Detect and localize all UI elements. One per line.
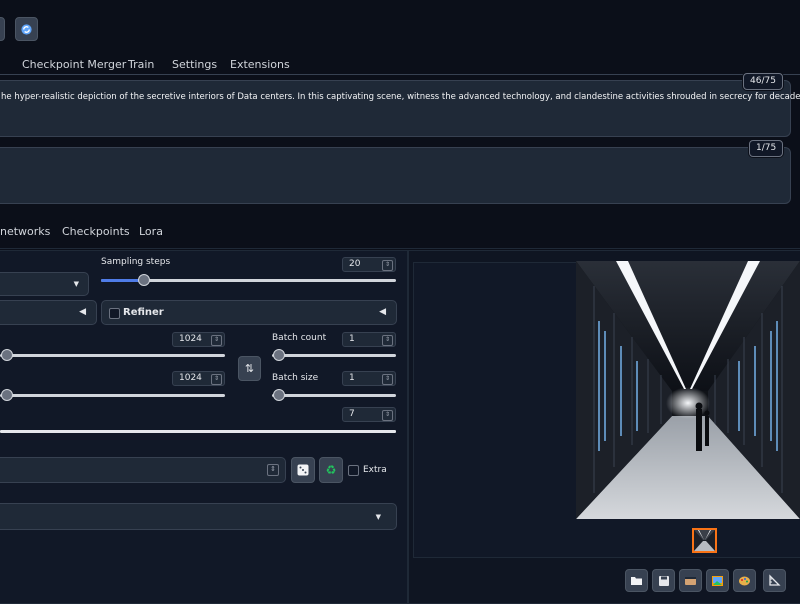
save-icon	[658, 575, 669, 586]
tab-networks[interactable]: networks	[0, 225, 50, 238]
spinner-icon[interactable]: ⇕	[382, 410, 393, 421]
ruler-icon	[769, 574, 781, 586]
width-handle[interactable]	[1, 349, 13, 361]
script-dropdown[interactable]: ▼	[0, 503, 397, 530]
send-to-extras-button[interactable]	[763, 569, 786, 592]
dice-icon	[297, 464, 309, 476]
negative-prompt-token-counter: 1/75	[749, 140, 784, 157]
sampling-steps-handle[interactable]	[138, 274, 150, 286]
spinner-icon[interactable]: ⇕	[267, 464, 279, 476]
tab-settings[interactable]: Settings	[172, 58, 217, 71]
height-slider[interactable]	[0, 394, 225, 397]
height-input[interactable]: 1024 ⇕	[172, 371, 225, 386]
tab-divider	[0, 248, 800, 249]
generated-image[interactable]	[576, 261, 800, 519]
save-button[interactable]	[652, 569, 675, 592]
spinner-icon[interactable]: ⇕	[211, 335, 222, 346]
folder-icon	[631, 577, 642, 585]
sampling-steps-label: Sampling steps	[101, 257, 171, 267]
send-to-img2img-button[interactable]	[706, 569, 729, 592]
random-seed-button[interactable]	[291, 457, 315, 483]
batch-count-label: Batch count	[272, 333, 327, 343]
tab-checkpoint-merger[interactable]: Checkpoint Merger	[22, 58, 126, 71]
batch-count-input[interactable]: 1 ⇕	[342, 332, 396, 347]
chevron-down-icon: ▼	[375, 513, 381, 521]
image-icon	[712, 575, 723, 586]
gallery-thumbnail[interactable]	[692, 528, 717, 553]
refresh-icon	[21, 23, 32, 35]
extra-checkbox[interactable]	[348, 465, 359, 476]
batch-count-slider[interactable]	[272, 354, 396, 357]
tab-extensions[interactable]: Extensions	[230, 58, 290, 71]
refiner-checkbox[interactable]	[109, 308, 120, 319]
batch-size-handle[interactable]	[273, 389, 285, 401]
swap-dimensions-button[interactable]: ⇅	[238, 356, 261, 381]
collapse-left-icon: ◀	[379, 307, 386, 317]
prompt-input[interactable]: he hyper-realistic depiction of the secr…	[0, 80, 800, 137]
hires-fix-accordion[interactable]: ◀	[0, 300, 97, 325]
zip-icon	[685, 577, 696, 585]
refiner-accordion[interactable]: Refiner ◀	[101, 300, 397, 325]
batch-count-handle[interactable]	[273, 349, 285, 361]
sampling-method-dropdown[interactable]: ▼	[0, 272, 89, 296]
cfg-scale-input[interactable]: 7 ⇕	[342, 407, 396, 422]
prompt-token-counter: 46/75	[743, 73, 783, 90]
spinner-icon[interactable]: ⇕	[382, 260, 393, 271]
palette-icon	[739, 576, 750, 585]
width-input[interactable]: 1024 ⇕	[172, 332, 225, 347]
batch-size-slider[interactable]	[272, 394, 396, 397]
reuse-seed-button[interactable]: ♻	[319, 457, 343, 483]
extra-label: Extra	[363, 465, 387, 475]
batch-size-input[interactable]: 1 ⇕	[342, 371, 396, 386]
width-slider[interactable]	[0, 354, 225, 357]
batch-size-label: Batch size	[272, 373, 319, 383]
spinner-icon[interactable]: ⇕	[211, 374, 222, 385]
swap-dimensions-icon: ⇅	[244, 362, 255, 375]
partial-button[interactable]	[0, 17, 5, 41]
tab-train[interactable]: Train	[128, 58, 154, 71]
prompt-text: he hyper-realistic depiction of the secr…	[1, 92, 800, 102]
tab-checkpoints[interactable]: Checkpoints	[62, 225, 130, 238]
chevron-down-icon: ▼	[73, 280, 79, 288]
send-to-inpaint-button[interactable]	[733, 569, 756, 592]
negative-prompt-input[interactable]	[0, 147, 791, 204]
refresh-button[interactable]	[15, 17, 38, 41]
height-handle[interactable]	[1, 389, 13, 401]
tab-divider	[0, 74, 800, 75]
recycle-icon: ♻	[325, 463, 337, 477]
cfg-scale-fill	[0, 430, 396, 433]
tab-lora[interactable]: Lora	[139, 225, 163, 238]
sampling-steps-input[interactable]: 20 ⇕	[342, 257, 396, 272]
seed-input[interactable]: ⇕	[0, 457, 286, 483]
spinner-icon[interactable]: ⇕	[382, 374, 393, 385]
zip-button[interactable]	[679, 569, 702, 592]
refiner-label: Refiner	[123, 307, 164, 318]
spinner-icon[interactable]: ⇕	[382, 335, 393, 346]
open-folder-button[interactable]	[625, 569, 648, 592]
collapse-left-icon: ◀	[79, 307, 86, 317]
